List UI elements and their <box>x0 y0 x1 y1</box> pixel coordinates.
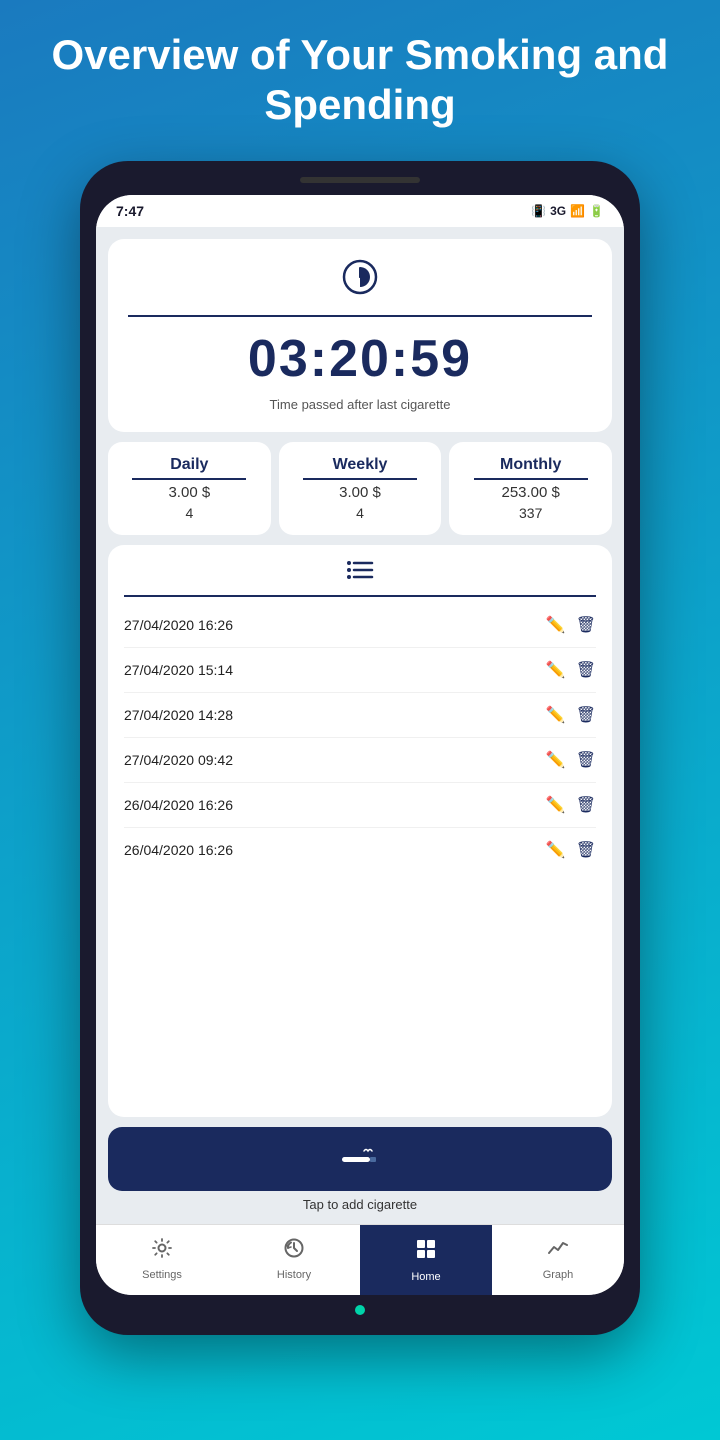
nav-history[interactable]: History <box>228 1225 360 1295</box>
delete-icon[interactable]: 🗑 <box>576 750 596 770</box>
history-date: 27/04/2020 09:42 <box>124 752 233 768</box>
monthly-title: Monthly <box>500 456 561 474</box>
signal-bars-icon: 📶 <box>570 204 585 218</box>
weekly-count: 4 <box>356 505 364 521</box>
history-divider <box>124 595 596 597</box>
history-item: 26/04/2020 16:26 ✏️ 🗑 <box>124 783 596 828</box>
weekly-divider <box>303 478 417 480</box>
status-right: 📳 3G 📶 🔋 <box>531 204 604 218</box>
delete-icon[interactable]: 🗑 <box>576 840 596 860</box>
history-label: History <box>277 1269 311 1281</box>
phone-screen: 7:47 📳 3G 📶 🔋 <box>96 195 624 1295</box>
timer-display: 03:20:59 <box>248 329 472 389</box>
clock-icon <box>342 259 378 303</box>
screen-content: 03:20:59 Time passed after last cigarett… <box>96 227 624 1224</box>
history-item: 27/04/2020 14:28 ✏️ 🗑 <box>124 693 596 738</box>
edit-icon[interactable]: ✏️ <box>546 660 566 680</box>
status-time: 7:47 <box>116 203 144 219</box>
history-actions: ✏️ 🗑 <box>546 750 596 770</box>
edit-icon[interactable]: ✏️ <box>546 705 566 725</box>
delete-icon[interactable]: 🗑 <box>576 705 596 725</box>
bottom-nav: Settings History <box>96 1224 624 1295</box>
stat-monthly: Monthly 253.00 $ 337 <box>449 442 612 535</box>
vibrate-icon: 📳 <box>531 204 546 218</box>
phone-frame: 7:47 📳 3G 📶 🔋 <box>80 161 640 1335</box>
monthly-amount: 253.00 $ <box>501 484 559 501</box>
history-date: 26/04/2020 16:26 <box>124 797 233 813</box>
list-icon <box>346 559 374 587</box>
edit-icon[interactable]: ✏️ <box>546 840 566 860</box>
timer-label: Time passed after last cigarette <box>270 397 451 412</box>
page-title: Overview of Your Smoking and Spending <box>0 30 720 131</box>
add-cigarette-button[interactable] <box>108 1127 612 1191</box>
history-actions: ✏️ 🗑 <box>546 615 596 635</box>
history-item: 27/04/2020 09:42 ✏️ 🗑 <box>124 738 596 783</box>
home-label: Home <box>411 1271 440 1283</box>
phone-dot <box>355 1305 365 1315</box>
daily-divider <box>132 478 246 480</box>
add-cigarette-section: Tap to add cigarette <box>108 1127 612 1212</box>
history-date: 27/04/2020 16:26 <box>124 617 233 633</box>
cigarette-icon <box>338 1145 382 1173</box>
stat-weekly: Weekly 3.00 $ 4 <box>279 442 442 535</box>
history-item: 27/04/2020 15:14 ✏️ 🗑 <box>124 648 596 693</box>
daily-title: Daily <box>170 456 208 474</box>
graph-icon <box>547 1237 569 1265</box>
daily-amount: 3.00 $ <box>168 484 210 501</box>
nav-home[interactable]: Home <box>360 1225 492 1295</box>
status-bar: 7:47 📳 3G 📶 🔋 <box>96 195 624 227</box>
battery-icon: 🔋 <box>589 204 604 218</box>
timer-card: 03:20:59 Time passed after last cigarett… <box>108 239 612 432</box>
edit-icon[interactable]: ✏️ <box>546 615 566 635</box>
nav-graph[interactable]: Graph <box>492 1225 624 1295</box>
edit-icon[interactable]: ✏️ <box>546 750 566 770</box>
history-icon <box>283 1237 305 1265</box>
stats-row: Daily 3.00 $ 4 Weekly 3.00 $ 4 Monthly 2… <box>108 442 612 535</box>
history-date: 27/04/2020 15:14 <box>124 662 233 678</box>
add-cigarette-label: Tap to add cigarette <box>303 1197 417 1212</box>
edit-icon[interactable]: ✏️ <box>546 795 566 815</box>
nav-settings[interactable]: Settings <box>96 1225 228 1295</box>
history-date: 26/04/2020 16:26 <box>124 842 233 858</box>
stat-daily: Daily 3.00 $ 4 <box>108 442 271 535</box>
delete-icon[interactable]: 🗑 <box>576 795 596 815</box>
history-actions: ✏️ 🗑 <box>546 795 596 815</box>
weekly-title: Weekly <box>333 456 388 474</box>
settings-icon <box>151 1237 173 1265</box>
history-actions: ✏️ 🗑 <box>546 705 596 725</box>
history-card: 27/04/2020 16:26 ✏️ 🗑 27/04/2020 15:14 ✏… <box>108 545 612 1117</box>
settings-label: Settings <box>142 1269 182 1281</box>
delete-icon[interactable]: 🗑 <box>576 660 596 680</box>
history-actions: ✏️ 🗑 <box>546 660 596 680</box>
phone-notch <box>300 177 420 183</box>
history-actions: ✏️ 🗑 <box>546 840 596 860</box>
graph-label: Graph <box>543 1269 574 1281</box>
signal-label: 3G <box>550 204 566 218</box>
daily-count: 4 <box>185 505 193 521</box>
weekly-amount: 3.00 $ <box>339 484 381 501</box>
timer-divider <box>128 315 592 317</box>
delete-icon[interactable]: 🗑 <box>576 615 596 635</box>
monthly-count: 337 <box>519 505 542 521</box>
history-header <box>124 559 596 587</box>
history-item: 26/04/2020 16:26 ✏️ 🗑 <box>124 828 596 872</box>
history-item: 27/04/2020 16:26 ✏️ 🗑 <box>124 603 596 648</box>
home-icon <box>414 1237 438 1267</box>
history-date: 27/04/2020 14:28 <box>124 707 233 723</box>
monthly-divider <box>474 478 588 480</box>
